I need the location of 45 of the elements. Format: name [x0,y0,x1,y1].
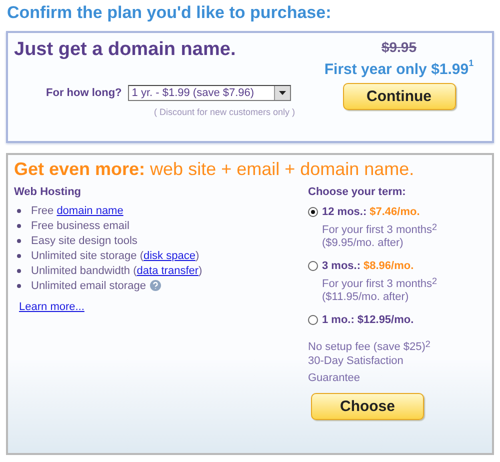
offer-price: First year only $1.99$^{1}$ [324,61,474,78]
term-title: Choose your term: [308,186,407,198]
bullet-icon [17,284,21,288]
continue-button[interactable]: Continue [342,83,456,110]
feature-text: Free business email [31,220,130,232]
discount-note: ( Discount for new customers only ) [152,107,296,117]
feature-link[interactable]: disk space [144,250,196,262]
duration-dropdown[interactable]: 1 yr. - $1.99 (save $7.96) [128,85,291,101]
plan-heading: Just get a domain name. [14,39,237,61]
term-label: 1 mo.: [322,314,354,326]
feature-link[interactable]: data transfer [136,264,199,276]
term-radio[interactable] [308,315,318,325]
plan-extra: No setup fee (save $25)$^{2}$ [308,341,430,353]
term-price: $7.46/mo. [370,206,420,218]
term-radio[interactable] [308,261,318,271]
term-note: ($11.95/mo. after) [322,291,409,303]
page-title: Confirm the plan you'd like to purchase: [7,3,332,23]
learn-more-link[interactable]: Learn more... [19,301,308,313]
term-note: ($9.95/mo. after) [322,237,404,249]
bullet-icon [17,208,21,212]
term-price: $12.95/mo. [357,314,414,326]
feature-text: Free domain name [31,204,124,216]
plan-extra: 30-Day Satisfaction [308,355,404,367]
bullet-icon [17,238,21,242]
plan-heading: Get even more: web site + email + domain name. [14,159,414,179]
bullet-icon [17,268,21,272]
term-price: $8.96/mo. [364,260,414,272]
term-note: For your first 3 months$^{2}$ [322,278,438,290]
feature-text: Unlimited bandwidth (data transfer) [31,264,202,276]
choose-button[interactable]: Choose [311,393,424,420]
features-title: Web Hosting [14,186,82,198]
bullet-icon [17,224,21,228]
help-icon[interactable] [150,280,161,291]
bullet-icon [17,254,21,258]
plan-extra: Guarantee [308,372,360,384]
feature-text: Unlimited site storage (disk space) [31,250,200,262]
term-note: For your first 3 months$^{2}$ [322,224,438,236]
feature-link[interactable]: domain name [56,204,124,216]
duration-label: For how long? [46,87,122,99]
term-label: 3 mos.: [322,260,361,272]
feature-text: Easy site design tools [31,234,138,246]
feature-text: Unlimited email storage [31,280,146,292]
term-radio[interactable] [308,207,318,217]
old-price: $9.95 [381,39,417,55]
term-label: 12 mos.: [322,206,367,218]
